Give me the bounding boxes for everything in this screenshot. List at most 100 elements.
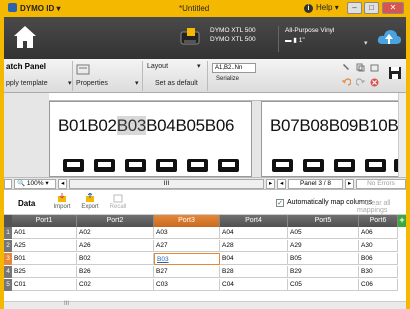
- column-header-port4[interactable]: Port4: [220, 215, 288, 227]
- clear-mappings-button[interactable]: ✓ Clear all mappings: [357, 199, 406, 214]
- printer-info[interactable]: DYMO XTL 500 DYMO XTL 500: [210, 26, 256, 44]
- tools-icon[interactable]: [342, 63, 351, 72]
- undo-icon[interactable]: [342, 78, 351, 87]
- table-cell[interactable]: B30: [359, 266, 398, 278]
- row-number[interactable]: 1: [4, 227, 12, 239]
- column-header-port3[interactable]: Port3: [154, 215, 220, 227]
- zoom-out-button[interactable]: ◂: [58, 179, 67, 189]
- layout-dropdown[interactable]: Layout: [147, 63, 168, 70]
- label-item: B02: [87, 116, 117, 135]
- row-number[interactable]: 5: [4, 279, 12, 291]
- rj45-port-icon: [272, 159, 293, 172]
- home-icon[interactable]: [12, 23, 38, 51]
- table-cell[interactable]: A01: [12, 227, 77, 239]
- rj45-port-icon: [187, 159, 208, 172]
- dymo-logo-icon: [8, 3, 17, 12]
- table-cell[interactable]: B26: [77, 266, 154, 278]
- ruler: [49, 93, 406, 101]
- chevron-down-icon[interactable]: ▾: [68, 79, 72, 87]
- table-cell[interactable]: C04: [220, 279, 288, 291]
- table-cell[interactable]: B05: [288, 253, 359, 265]
- errors-indicator[interactable]: No Errors: [356, 179, 406, 189]
- recall-button[interactable]: Recall: [106, 193, 130, 210]
- table-cell[interactable]: C02: [77, 279, 154, 291]
- table-cell-selected[interactable]: B03: [154, 253, 220, 265]
- label-item: B09: [328, 116, 359, 135]
- import-icon: [58, 193, 66, 202]
- scroll-right-button[interactable]: ▸: [266, 179, 275, 189]
- table-cell[interactable]: B27: [154, 266, 220, 278]
- copy-icon[interactable]: [356, 63, 365, 72]
- label-cartridge-info[interactable]: All-Purpose Vinyl ▬ ▮ 1": [278, 26, 334, 52]
- table-cell[interactable]: A30: [359, 240, 398, 252]
- redo-icon[interactable]: [356, 78, 365, 87]
- cloud-upload-icon[interactable]: [376, 25, 402, 51]
- table-cell[interactable]: A28: [220, 240, 288, 252]
- table-cell[interactable]: A29: [288, 240, 359, 252]
- ruler-toggle[interactable]: [4, 179, 12, 189]
- table-cell[interactable]: B29: [288, 266, 359, 278]
- serialize-button[interactable]: Serialize: [216, 76, 239, 82]
- table-cell[interactable]: C01: [12, 279, 77, 291]
- table-cell[interactable]: B06: [359, 253, 398, 265]
- maximize-button[interactable]: □: [364, 2, 379, 14]
- save-icon[interactable]: [388, 66, 402, 80]
- help-label: Help: [316, 3, 333, 12]
- table-cell[interactable]: A06: [359, 227, 398, 239]
- chevron-down-icon: ▾: [334, 3, 339, 12]
- label-text-left[interactable]: B01B02B03B04B05B06: [58, 116, 234, 136]
- row-number[interactable]: 4: [4, 266, 12, 278]
- table-cell[interactable]: A02: [77, 227, 154, 239]
- serialize-field[interactable]: A1,B2..Nn: [212, 63, 256, 73]
- column-header-port2[interactable]: Port2: [77, 215, 154, 227]
- recall-icon: [113, 194, 123, 203]
- table-cell[interactable]: C06: [359, 279, 398, 291]
- canvas-horizontal-scrollbar[interactable]: III: [69, 179, 264, 189]
- set-default-button[interactable]: Set as default: [155, 80, 198, 87]
- column-header-port5[interactable]: Port5: [288, 215, 359, 227]
- import-button[interactable]: Import: [50, 193, 74, 210]
- zoom-control[interactable]: 🔍 100% ▾: [14, 179, 56, 189]
- export-button[interactable]: Export: [78, 193, 102, 210]
- prev-panel-button[interactable]: ◂: [277, 179, 286, 189]
- chevron-down-icon[interactable]: ▾: [135, 79, 139, 87]
- table-cell[interactable]: B28: [220, 266, 288, 278]
- help-menu[interactable]: i Help ▾: [304, 3, 339, 13]
- app-menu[interactable]: DYMO ID ▾: [8, 3, 60, 13]
- canvas-vertical-scrollbar[interactable]: [398, 93, 406, 177]
- table-cell[interactable]: A25: [12, 240, 77, 252]
- table-cell[interactable]: B02: [77, 253, 154, 265]
- table-cell[interactable]: A27: [154, 240, 220, 252]
- apply-template-dropdown[interactable]: pply template: [6, 80, 48, 87]
- close-button[interactable]: ✕: [382, 2, 404, 14]
- next-panel-button[interactable]: ▸: [345, 179, 354, 189]
- label-panel-right[interactable]: B07B08B09B10B: [261, 101, 406, 177]
- properties-button[interactable]: Properties: [76, 80, 108, 87]
- column-header-port1[interactable]: Port1: [12, 215, 77, 227]
- table-cell[interactable]: A03: [154, 227, 220, 239]
- minimize-button[interactable]: –: [347, 2, 362, 14]
- grid-horizontal-scrollbar[interactable]: III: [4, 301, 406, 309]
- table-cell[interactable]: C03: [154, 279, 220, 291]
- label-canvas[interactable]: B01B02B03B04B05B06 B07B08B09B10B: [4, 93, 406, 177]
- table-cell[interactable]: A05: [288, 227, 359, 239]
- table-cell[interactable]: B04: [220, 253, 288, 265]
- chevron-down-icon[interactable]: ▾: [197, 62, 201, 70]
- label-text-right[interactable]: B07B08B09B10B: [270, 116, 399, 136]
- row-number[interactable]: 3: [4, 253, 12, 265]
- table-cell[interactable]: B01: [12, 253, 77, 265]
- table-cell[interactable]: A04: [220, 227, 288, 239]
- column-header-port6[interactable]: Port6: [359, 215, 398, 227]
- paste-icon[interactable]: [370, 63, 379, 72]
- info-icon: i: [304, 4, 313, 13]
- add-column-button[interactable]: +: [398, 215, 406, 227]
- table-cell[interactable]: C05: [288, 279, 359, 291]
- properties-icon[interactable]: [76, 64, 90, 75]
- printer-icon[interactable]: [179, 26, 201, 48]
- delete-icon[interactable]: [370, 78, 379, 87]
- table-cell[interactable]: A26: [77, 240, 154, 252]
- label-panel-left[interactable]: B01B02B03B04B05B06: [49, 101, 252, 177]
- row-number[interactable]: 2: [4, 240, 12, 252]
- chevron-down-icon[interactable]: ▾: [364, 39, 368, 47]
- table-cell[interactable]: B25: [12, 266, 77, 278]
